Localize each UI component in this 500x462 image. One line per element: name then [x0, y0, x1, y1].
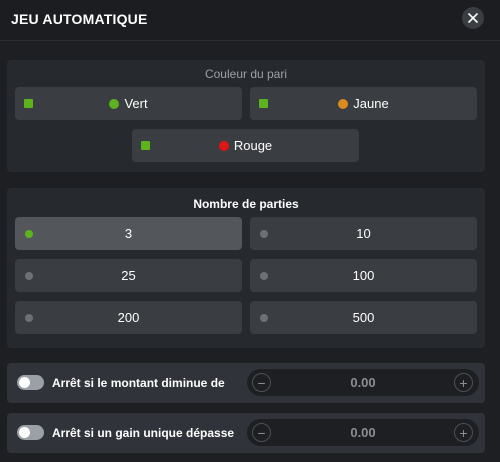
- increment-button[interactable]: +: [454, 423, 473, 442]
- yellow-dot-icon: [338, 98, 349, 109]
- stop-on-single-win-stepper: − 0.00 +: [247, 419, 479, 446]
- modal-header: JEU AUTOMATIQUE: [0, 0, 500, 41]
- rounds-option-200[interactable]: 200: [15, 301, 242, 334]
- stop-on-balance-decrease-row: Arrêt si le montant diminue de − 0.00 +: [7, 363, 485, 403]
- rounds-option-label: 500: [352, 310, 375, 325]
- bet-color-label: Couleur du pari: [204, 67, 288, 81]
- rounds-option-label: 3: [124, 226, 133, 241]
- color-option-label: Vert: [124, 96, 148, 111]
- red-dot-icon: [218, 140, 229, 151]
- rounds-option-25[interactable]: 25: [15, 259, 242, 292]
- stop-on-single-win-value[interactable]: 0.00: [247, 419, 479, 446]
- stop-on-single-win-label: Arrêt si un gain unique dépasse: [52, 426, 235, 440]
- rounds-option-100[interactable]: 100: [250, 259, 477, 292]
- stop-on-balance-decrease-toggle[interactable]: [17, 375, 44, 390]
- color-option-vert[interactable]: Vert: [15, 87, 242, 120]
- rounds-option-label: 100: [352, 268, 375, 283]
- rounds-option-500[interactable]: 500: [250, 301, 477, 334]
- bet-color-panel: Couleur du pari Vert Jaune Rouge: [7, 60, 485, 172]
- rounds-panel: Nombre de parties 3 10 25 100 200 500: [7, 188, 485, 348]
- toggle-knob: [19, 427, 30, 438]
- stop-on-single-win-toggle[interactable]: [17, 425, 44, 440]
- rounds-option-10[interactable]: 10: [250, 217, 477, 250]
- close-button[interactable]: [462, 7, 484, 29]
- color-option-label: Jaune: [353, 96, 389, 111]
- rounds-option-label: 10: [356, 226, 371, 241]
- rounds-option-3[interactable]: 3: [15, 217, 242, 250]
- stop-on-balance-decrease-label: Arrêt si le montant diminue de: [52, 376, 225, 390]
- toggle-knob: [19, 377, 30, 388]
- color-option-rouge[interactable]: Rouge: [132, 129, 359, 162]
- color-option-label: Rouge: [233, 138, 273, 153]
- stop-on-single-win-row: Arrêt si un gain unique dépasse − 0.00 +: [7, 413, 485, 453]
- color-option-jaune[interactable]: Jaune: [250, 87, 477, 120]
- modal-title: JEU AUTOMATIQUE: [11, 11, 148, 27]
- rounds-option-label: 200: [117, 310, 140, 325]
- rounds-option-label: 25: [121, 268, 136, 283]
- stop-on-balance-decrease-stepper: − 0.00 +: [247, 369, 479, 396]
- increment-button[interactable]: +: [454, 373, 473, 392]
- stop-on-balance-decrease-value[interactable]: 0.00: [247, 369, 479, 396]
- green-dot-icon: [109, 98, 120, 109]
- close-icon: [468, 13, 478, 23]
- rounds-label: Nombre de parties: [193, 197, 299, 211]
